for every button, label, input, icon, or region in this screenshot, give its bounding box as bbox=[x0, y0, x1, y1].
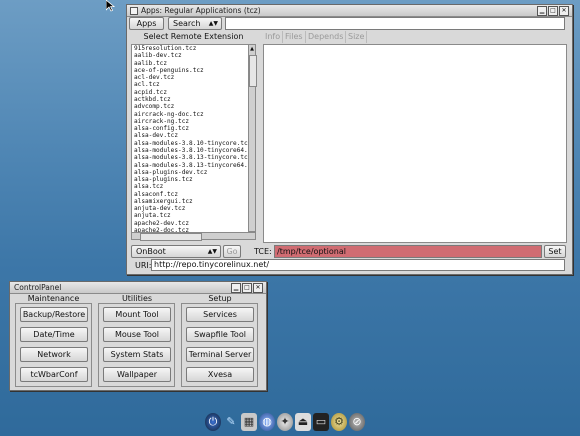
list-item[interactable]: alsa-plugins-dev.tcz bbox=[132, 169, 249, 176]
list-item[interactable]: acpid.tcz bbox=[132, 89, 249, 96]
spinner-arrows-icon: ▲▼ bbox=[208, 20, 218, 27]
list-item[interactable]: alsa-plugins.tcz bbox=[132, 176, 249, 183]
extension-list[interactable]: 915resolution.tcz aalib-dev.tcz aalib.tcz a… bbox=[131, 44, 250, 234]
settings-icon[interactable]: ⚙ bbox=[331, 412, 347, 431]
mount-tool-button[interactable]: Mount Tool bbox=[103, 307, 171, 322]
tab-files[interactable]: Files bbox=[283, 31, 306, 43]
close-icon[interactable]: ✕ bbox=[253, 283, 263, 293]
list-item[interactable]: aircrack-ng.tcz bbox=[132, 118, 249, 125]
list-item[interactable]: alsaconf.tcz bbox=[132, 191, 249, 198]
services-button[interactable]: Services bbox=[186, 307, 254, 322]
go-button[interactable]: Go bbox=[223, 245, 241, 258]
list-item[interactable]: alsa.tcz bbox=[132, 183, 249, 190]
system-stats-button[interactable]: System Stats bbox=[103, 347, 171, 362]
control-panel-titlebar[interactable]: ControlPanel ▁ □ ✕ bbox=[10, 282, 266, 294]
uri-label: URI: bbox=[135, 261, 152, 270]
power-icon[interactable]: ⏻ bbox=[205, 412, 221, 431]
extension-list-hscroll[interactable] bbox=[131, 232, 256, 241]
list-item[interactable]: advcomp.tcz bbox=[132, 103, 249, 110]
control-panel-icon[interactable]: ▦ bbox=[241, 412, 257, 431]
list-item[interactable]: alsa-modules-3.8.10-tinycore.tcz bbox=[132, 140, 249, 147]
control-panel-window: ControlPanel ▁ □ ✕ Maintenance Utilities… bbox=[9, 281, 267, 391]
list-item[interactable]: alsa-dev.tcz bbox=[132, 132, 249, 139]
date-time-button[interactable]: Date/Time bbox=[20, 327, 88, 342]
extension-list-vscroll[interactable]: ▲ bbox=[248, 44, 257, 232]
close-icon[interactable]: ✕ bbox=[559, 6, 569, 16]
tce-label: TCE: bbox=[254, 247, 272, 256]
vscroll-thumb[interactable] bbox=[249, 55, 257, 87]
set-label: Set bbox=[548, 247, 562, 256]
select-remote-extension-label: Select Remote Extension bbox=[143, 32, 244, 41]
list-item[interactable]: alsa-modules-3.8.10-tinycore64.tcz bbox=[132, 147, 249, 154]
utilities-heading: Utilities bbox=[121, 294, 153, 303]
list-item[interactable]: acl-dev.tcz bbox=[132, 74, 249, 81]
list-item[interactable]: apache2-dev.tcz bbox=[132, 220, 249, 227]
minimize-icon[interactable]: ▁ bbox=[231, 283, 241, 293]
maximize-icon[interactable]: □ bbox=[242, 283, 252, 293]
list-item[interactable]: alsa-config.tcz bbox=[132, 125, 249, 132]
wallpaper-button[interactable]: Wallpaper bbox=[103, 367, 171, 382]
search-menu-button[interactable]: Search ▲▼ bbox=[168, 17, 222, 30]
list-item[interactable]: aalib-dev.tcz bbox=[132, 52, 249, 59]
terminal-icon[interactable]: ▭ bbox=[313, 412, 329, 431]
apps-menu-label: Apps bbox=[136, 19, 157, 28]
search-menu-label: Search bbox=[173, 19, 201, 28]
apps-menu-button[interactable]: Apps bbox=[129, 17, 164, 30]
tab-size[interactable]: Size bbox=[346, 31, 368, 43]
tce-directory-field[interactable]: /tmp/tce/optional bbox=[274, 245, 542, 258]
network-button[interactable]: Network bbox=[20, 347, 88, 362]
terminal-server-button[interactable]: Terminal Server bbox=[186, 347, 254, 362]
spinner-arrows-icon: ▲▼ bbox=[207, 248, 217, 255]
mount-icon[interactable]: ⏏ bbox=[295, 412, 311, 431]
mouse-pointer-icon bbox=[106, 0, 116, 12]
list-item[interactable]: aalib.tcz bbox=[132, 60, 249, 67]
brush-icon[interactable]: ✎ bbox=[223, 413, 239, 431]
tab-info[interactable]: Info bbox=[263, 31, 284, 43]
globe-icon[interactable]: ◍ bbox=[259, 412, 275, 431]
xvesa-button[interactable]: Xvesa bbox=[186, 367, 254, 382]
load-mode-value: OnBoot bbox=[136, 247, 166, 256]
list-item[interactable]: alsa-modules-3.8.13-tinycore.tcz bbox=[132, 154, 249, 161]
apps-icon[interactable]: ✦ bbox=[277, 412, 293, 431]
list-item[interactable]: acl.tcz bbox=[132, 81, 249, 88]
uri-field[interactable]: http://repo.tinycorelinux.net/ bbox=[151, 259, 565, 271]
scroll-up-icon[interactable]: ▲ bbox=[249, 45, 255, 53]
backup-restore-button[interactable]: Backup/Restore bbox=[20, 307, 88, 322]
list-item[interactable]: 915resolution.tcz bbox=[132, 45, 249, 52]
tab-depends[interactable]: Depends bbox=[306, 31, 347, 43]
mouse-tool-button[interactable]: Mouse Tool bbox=[103, 327, 171, 342]
search-input[interactable] bbox=[225, 17, 565, 30]
list-item[interactable]: ace-of-penguins.tcz bbox=[132, 67, 249, 74]
hscroll-thumb[interactable] bbox=[140, 233, 202, 241]
set-button[interactable]: Set bbox=[544, 245, 566, 258]
tools-icon[interactable]: ⊘ bbox=[349, 412, 365, 431]
list-item[interactable]: actkbd.tcz bbox=[132, 96, 249, 103]
list-item[interactable]: aircrack-ng-doc.tcz bbox=[132, 111, 249, 118]
tcwbarconf-button[interactable]: tcWbarConf bbox=[20, 367, 88, 382]
list-item[interactable]: alsamixergui.tcz bbox=[132, 198, 249, 205]
control-panel-title: ControlPanel bbox=[14, 283, 62, 292]
go-label: Go bbox=[226, 247, 238, 256]
setup-heading: Setup bbox=[208, 294, 232, 303]
minimize-icon[interactable]: ▁ bbox=[537, 6, 547, 16]
maximize-icon[interactable]: □ bbox=[548, 6, 558, 16]
swapfile-tool-button[interactable]: Swapfile Tool bbox=[186, 327, 254, 342]
apps-window-title: Apps: Regular Applications (tcz) bbox=[141, 6, 261, 15]
list-item[interactable]: anjuta.tcz bbox=[132, 212, 249, 219]
list-item[interactable]: anjuta-dev.tcz bbox=[132, 205, 249, 212]
apps-titlebar[interactable]: Apps: Regular Applications (tcz) ▁ □ ✕ bbox=[127, 5, 572, 17]
extension-info-pane bbox=[263, 44, 567, 243]
maintenance-heading: Maintenance bbox=[27, 294, 80, 303]
wbar-dock: ⏻ ✎ ▦ ◍ ✦ ⏏ ▭ ⚙ ⊘ bbox=[205, 409, 377, 434]
load-mode-select[interactable]: OnBoot ▲▼ bbox=[131, 245, 221, 258]
list-item[interactable]: alsa-modules-3.8.13-tinycore64.tcz bbox=[132, 162, 249, 169]
window-menu-icon[interactable] bbox=[130, 7, 138, 15]
